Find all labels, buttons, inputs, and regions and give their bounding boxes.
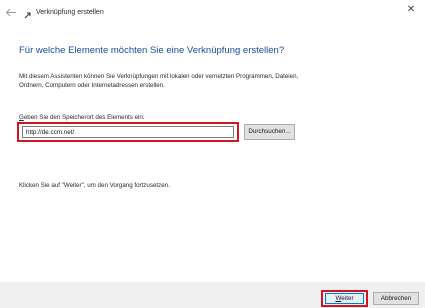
window-title: Verknüpfung erstellen [36, 9, 104, 16]
shortcut-icon [24, 12, 31, 19]
back-arrow-icon[interactable] [5, 8, 17, 17]
wizard-description: Mit diesem Assistenten können Sie Verknü… [19, 73, 299, 89]
next-button[interactable]: Weiter [325, 293, 364, 304]
next-button-highlight: Weiter [321, 290, 368, 307]
location-label-text: eben Sie den Speicherort des Elements ei… [23, 114, 145, 121]
shortcut-wizard-window: Verknüpfung erstellen ✕ Für welche Eleme… [0, 0, 425, 308]
cancel-button[interactable]: Abbrechen [373, 292, 419, 305]
location-label: Geben Sie den Speicherort des Elements e… [19, 114, 145, 121]
next-button-text: eiter [341, 295, 354, 302]
close-button[interactable]: ✕ [403, 3, 419, 17]
continue-hint: Klicken Sie auf "Weiter", um den Vorgang… [19, 182, 170, 189]
title-bar: Verknüpfung erstellen ✕ [0, 0, 425, 24]
location-input-highlight [17, 122, 239, 142]
browse-button[interactable]: Durchsuchen... [244, 124, 295, 140]
page-heading: Für welche Elemente möchten Sie eine Ver… [19, 45, 285, 56]
location-input[interactable] [22, 126, 234, 138]
